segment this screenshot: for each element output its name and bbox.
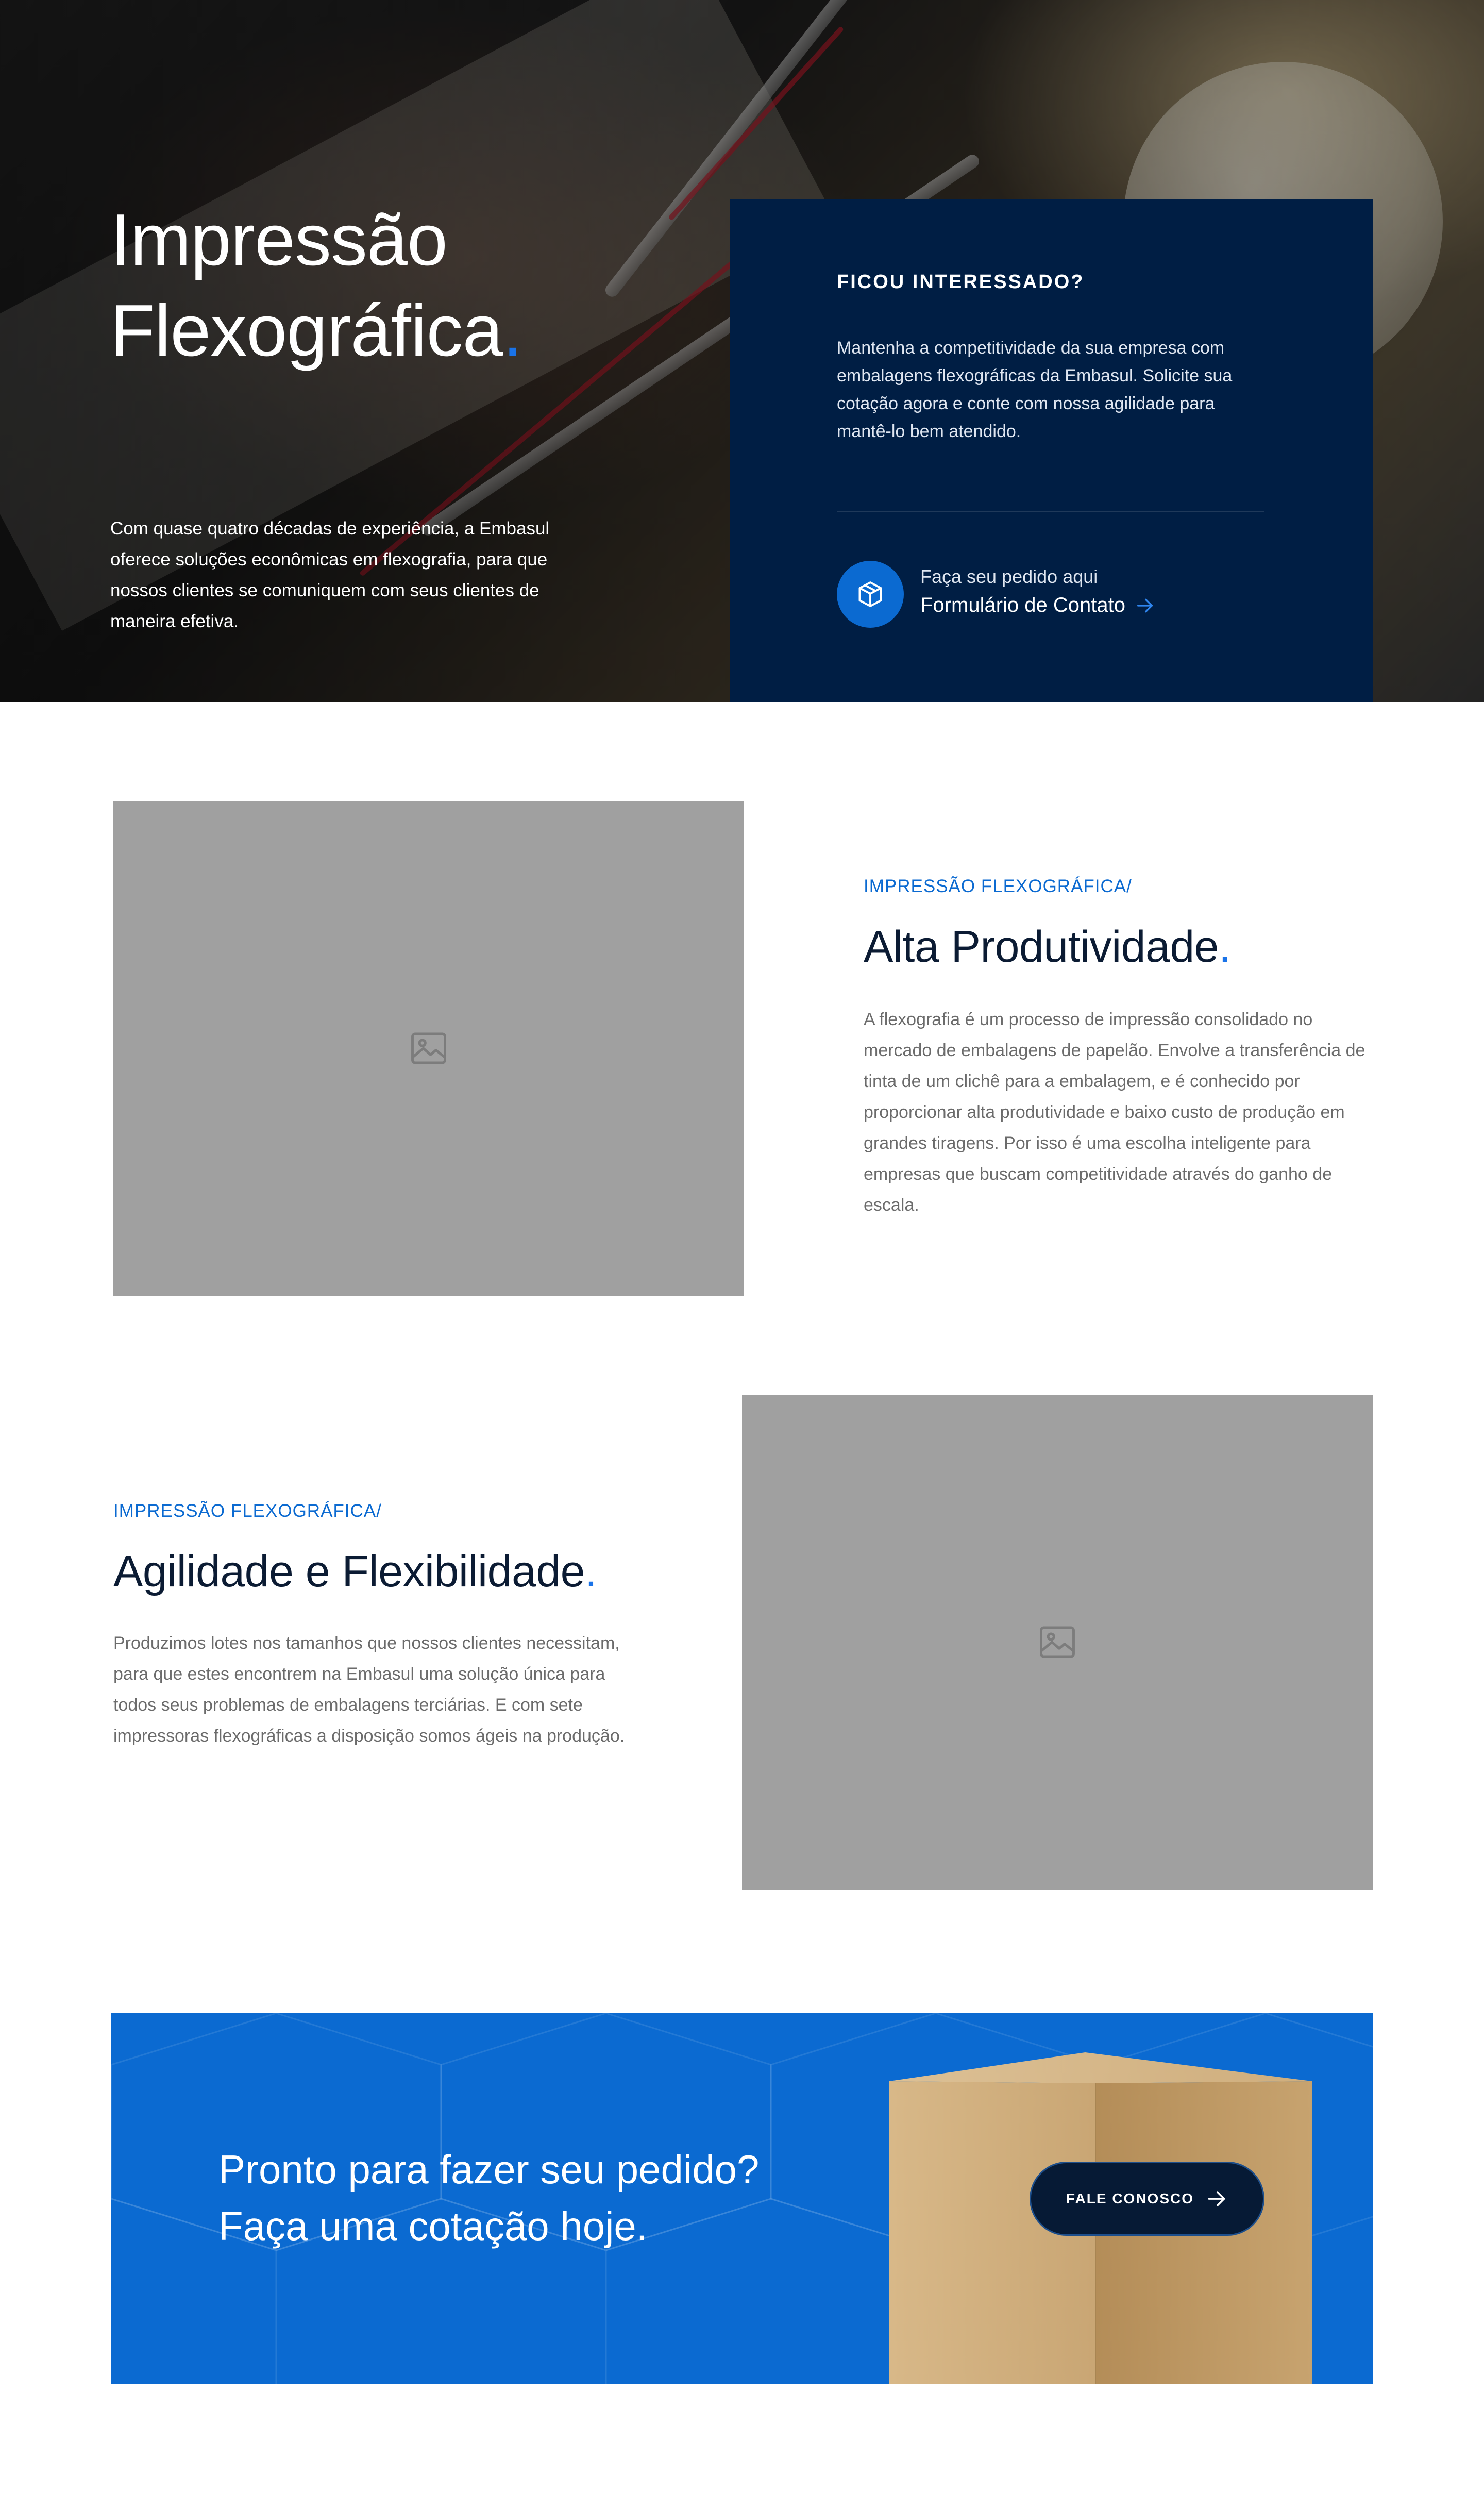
contact-form-link-label: Formulário de Contato	[920, 594, 1125, 616]
fale-conosco-button-label: FALE CONOSCO	[1066, 2191, 1194, 2206]
arrow-right-icon	[1137, 598, 1153, 612]
contact-card-text: Mantenha a competitividade da sua empres…	[837, 338, 1233, 441]
page-title-line2: Flexográfica	[110, 290, 503, 372]
package-icon[interactable]	[837, 561, 904, 628]
contact-card-divider	[837, 511, 1264, 512]
section2-text: Produzimos lotes nos tamanhos que nossos…	[113, 1633, 625, 1746]
title-accent-dot: .	[502, 290, 522, 372]
page-title-line1: Impressão	[110, 199, 448, 281]
section2-title-text: Agilidade e Flexibilidade	[113, 1547, 585, 1596]
page-title: Impressão Flexográfica.	[110, 195, 677, 376]
section1-eyebrow: IMPRESSÃO FLEXOGRÁFICA/	[864, 876, 1132, 896]
image-icon	[1040, 1626, 1075, 1658]
cta-heading: Pronto para fazer seu pedido? Faça uma c…	[218, 2141, 759, 2254]
fale-conosco-button[interactable]: FALE CONOSCO	[1030, 2162, 1264, 2236]
contact-card: FICOU INTERESSADO? Mantenha a competitiv…	[730, 199, 1373, 702]
title-accent-dot: .	[584, 1547, 597, 1596]
contact-card-sub-label: Faça seu pedido aqui	[920, 566, 1098, 587]
hero-description: Com quase quatro décadas de experiência,…	[110, 519, 550, 631]
contact-card-heading: FICOU INTERESSADO?	[837, 271, 1085, 293]
title-accent-dot: .	[1219, 922, 1231, 972]
hero-section: Impressão Flexográfica. Com quase quatro…	[0, 0, 1484, 702]
section2-eyebrow: IMPRESSÃO FLEXOGRÁFICA/	[113, 1501, 382, 1521]
arrow-right-icon	[1208, 2191, 1225, 2206]
section1-image-placeholder	[113, 801, 744, 1296]
section1-text: A flexografia é um processo de impressão…	[864, 1010, 1365, 1215]
cta-heading-line2: Faça uma cotação hoje.	[218, 2203, 648, 2249]
section2-image-placeholder	[742, 1395, 1373, 1890]
section1-title: Alta Produtividade.	[864, 922, 1231, 973]
contact-form-link[interactable]: Formulário de Contato	[920, 594, 1155, 617]
image-icon	[411, 1032, 446, 1064]
cta-banner: Pronto para fazer seu pedido? Faça uma c…	[111, 2013, 1373, 2384]
section2-title: Agilidade e Flexibilidade.	[113, 1546, 597, 1597]
cta-heading-line1: Pronto para fazer seu pedido?	[218, 2147, 760, 2192]
section1-title-text: Alta Produtividade	[864, 922, 1219, 972]
